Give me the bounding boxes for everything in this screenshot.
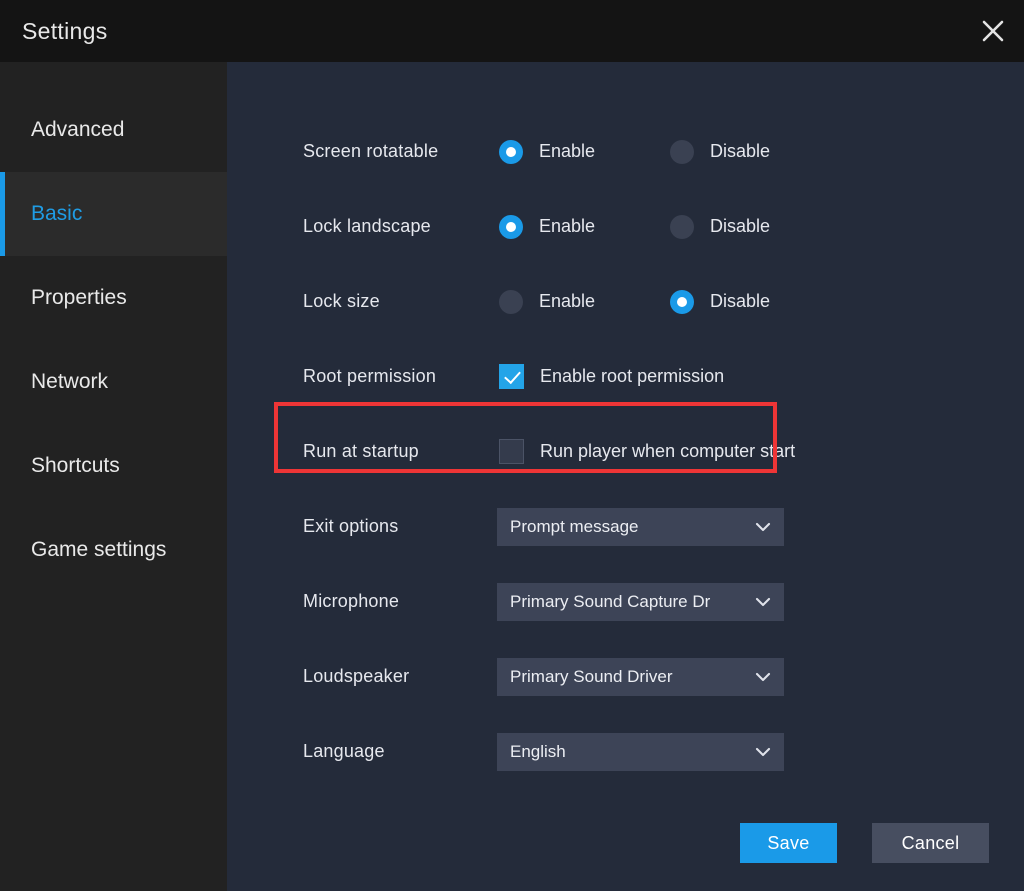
row-label: Run at startup	[303, 441, 419, 461]
setting-row-loudspeaker: Loudspeaker Primary Sound Driver	[227, 639, 1024, 714]
radio-option-lock-size-disable[interactable]: Disable	[670, 289, 771, 314]
cancel-button[interactable]: Cancel	[872, 823, 989, 863]
radio-icon	[499, 139, 523, 164]
sidebar-item-label: Network	[31, 370, 109, 393]
sidebar-item-properties[interactable]: Properties	[0, 256, 227, 340]
checkbox-run-player-when-computer-start[interactable]: Run player when computer start	[499, 439, 795, 464]
footer-actions: Save Cancel	[227, 823, 1024, 863]
setting-row-language: Language English	[227, 714, 1024, 789]
sidebar-item-label: Shortcuts	[31, 454, 120, 477]
dropdown-value: English	[510, 741, 566, 761]
sidebar-item-game-settings[interactable]: Game settings	[0, 508, 227, 592]
radio-icon	[670, 289, 694, 314]
radio-option-lock-size-enable[interactable]: Enable	[499, 289, 596, 314]
sidebar-item-shortcuts[interactable]: Shortcuts	[0, 424, 227, 508]
title-bar: Settings	[0, 0, 1024, 62]
radio-option-screen-rotatable-enable[interactable]: Enable	[499, 139, 596, 164]
settings-rows: Screen rotatable Enable Disable Lock lan…	[227, 114, 1024, 789]
radio-option-label: Disable	[710, 141, 771, 161]
dropdown-value: Primary Sound Driver	[510, 666, 673, 686]
checkbox-label: Run player when computer start	[540, 441, 796, 461]
radio-icon	[670, 214, 694, 239]
radio-option-label: Enable	[539, 141, 596, 161]
close-button[interactable]	[962, 0, 1024, 62]
radio-option-lock-landscape-disable[interactable]: Disable	[670, 214, 771, 239]
radio-option-lock-landscape-enable[interactable]: Enable	[499, 214, 596, 239]
dropdown-language[interactable]: English	[497, 732, 784, 771]
dropdown-value: Prompt message	[510, 516, 639, 536]
row-label: Language	[303, 741, 385, 761]
sidebar-item-label: Properties	[31, 286, 127, 309]
dropdown-value: Primary Sound Capture Dr	[510, 591, 711, 611]
dropdown-exit-options[interactable]: Prompt message	[497, 507, 784, 546]
checkbox-icon	[499, 364, 524, 389]
sidebar-item-network[interactable]: Network	[0, 340, 227, 424]
close-icon	[978, 16, 1008, 46]
setting-row-lock-landscape: Lock landscape Enable Disable	[227, 189, 1024, 264]
dropdown-microphone[interactable]: Primary Sound Capture Dr	[497, 582, 784, 621]
sidebar-item-label: Basic	[31, 202, 83, 225]
checkbox-enable-root-permission[interactable]: Enable root permission	[499, 364, 724, 389]
sidebar-item-label: Game settings	[31, 538, 167, 561]
sidebar: Advanced Basic Properties Network Shortc…	[0, 62, 227, 891]
dropdown-loudspeaker[interactable]: Primary Sound Driver	[497, 657, 784, 696]
row-label: Exit options	[303, 516, 399, 536]
settings-window: Settings Advanced Basic Properties Netwo…	[0, 0, 1024, 891]
radio-option-label: Disable	[710, 216, 771, 236]
setting-row-lock-size: Lock size Enable Disable	[227, 264, 1024, 339]
setting-row-exit-options: Exit options Prompt message	[227, 489, 1024, 564]
row-label: Loudspeaker	[303, 666, 410, 686]
setting-row-root-permission: Root permission Enable root permission	[227, 339, 1024, 414]
checkbox-icon	[499, 439, 524, 464]
checkbox-label: Enable root permission	[540, 366, 725, 386]
radio-icon	[499, 289, 523, 314]
row-label: Screen rotatable	[303, 141, 439, 161]
window-title: Settings	[22, 17, 108, 44]
radio-option-screen-rotatable-disable[interactable]: Disable	[670, 139, 771, 164]
radio-option-label: Enable	[539, 291, 596, 311]
row-label: Root permission	[303, 366, 437, 386]
chevron-down-icon	[750, 591, 776, 613]
row-label: Lock landscape	[303, 216, 431, 236]
settings-content: Screen rotatable Enable Disable Lock lan…	[227, 62, 1024, 891]
setting-row-screen-rotatable: Screen rotatable Enable Disable	[227, 114, 1024, 189]
row-label: Microphone	[303, 591, 400, 611]
radio-icon	[670, 139, 694, 164]
chevron-down-icon	[750, 666, 776, 688]
setting-row-run-at-startup: Run at startup Run player when computer …	[227, 414, 1024, 489]
sidebar-item-basic[interactable]: Basic	[0, 172, 227, 256]
radio-option-label: Disable	[710, 291, 771, 311]
chevron-down-icon	[750, 741, 776, 763]
chevron-down-icon	[750, 516, 776, 538]
sidebar-item-advanced[interactable]: Advanced	[0, 88, 227, 172]
save-button[interactable]: Save	[740, 823, 837, 863]
radio-icon	[499, 214, 523, 239]
window-body: Advanced Basic Properties Network Shortc…	[0, 62, 1024, 891]
sidebar-item-label: Advanced	[31, 118, 125, 141]
row-label: Lock size	[303, 291, 380, 311]
radio-option-label: Enable	[539, 216, 596, 236]
setting-row-microphone: Microphone Primary Sound Capture Dr	[227, 564, 1024, 639]
